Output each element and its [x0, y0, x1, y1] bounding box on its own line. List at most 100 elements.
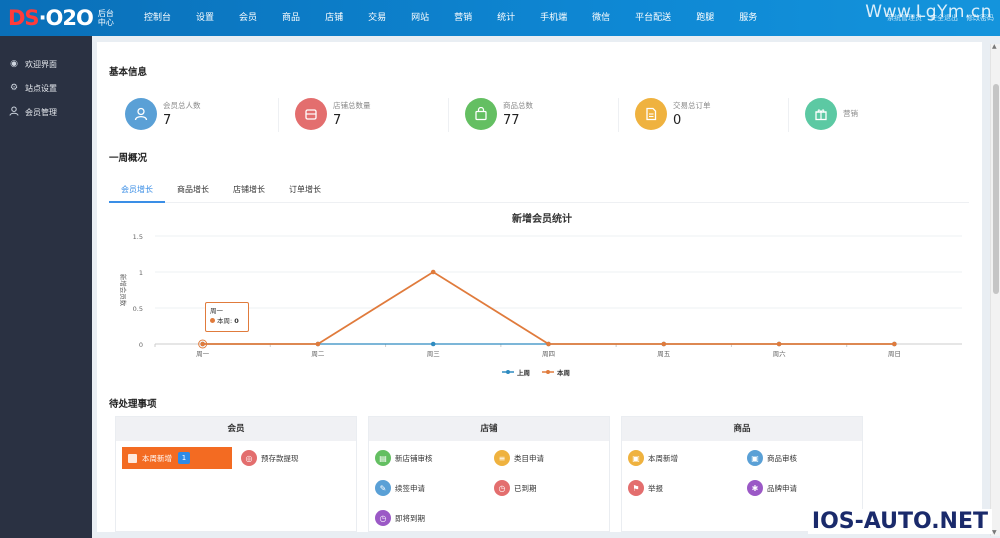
bag-icon: ▣ — [628, 450, 644, 466]
clock-icon: ◷ — [494, 480, 510, 496]
todo-expired[interactable]: ◷ 已到期 — [494, 480, 537, 496]
x-tick-label: 周二 — [311, 350, 325, 358]
card-title: 会员 — [116, 417, 356, 441]
clock-icon: ◷ — [375, 510, 391, 526]
nav-item-statistics[interactable]: 统计 — [485, 0, 528, 36]
stat-members[interactable]: 会员总人数 7 — [117, 92, 287, 136]
scrollbar[interactable]: ▲ ▼ — [990, 43, 1000, 536]
stat-goods[interactable]: 商品总数 77 — [457, 92, 627, 136]
growth-tabs: 会员增长 商品增长 店铺增长 订单增长 — [109, 183, 969, 203]
logo-subtitle: 后台中心 — [97, 9, 114, 27]
scroll-down-icon[interactable]: ▼ — [992, 529, 997, 536]
stat-marketing[interactable]: 营销 — [797, 92, 967, 136]
sidebar: ◉ 欢迎界面 ⚙ 站点设置 会员管理 — [0, 36, 92, 538]
todo-brand-apply[interactable]: ✱ 品牌申请 — [747, 480, 797, 496]
store-icon — [295, 98, 327, 130]
nav-item-marketing[interactable]: 营销 — [442, 0, 485, 36]
tab-member-growth[interactable]: 会员增长 — [109, 183, 165, 203]
todo-label: 本周新增 — [142, 453, 172, 463]
dashboard-panel: 基本信息 会员总人数 7 店铺总数量 7 商品总数 77 交易总订单 0 营销 … — [97, 42, 982, 532]
nav-item-goods[interactable]: 商品 — [270, 0, 313, 36]
week-overview-title: 一周概况 — [109, 153, 148, 164]
tooltip-value: 0 — [234, 317, 239, 325]
y-tick-label: 1 — [139, 269, 143, 277]
y-tick-label: 0 — [139, 341, 143, 349]
todo-withdraw[interactable]: ◎ 预存款提现 — [241, 450, 299, 466]
watermark-bottom: IOS-AUTO.NET — [807, 509, 992, 534]
todo-label: 品牌申请 — [767, 483, 797, 493]
todo-label: 即将到期 — [395, 513, 425, 523]
stat-value: 7 — [333, 113, 342, 128]
chart-tooltip: 周一 本周: 0 — [205, 302, 249, 332]
todo-new-store-review[interactable]: ▤ 新店铺审核 — [375, 450, 433, 466]
sidebar-item-site-settings[interactable]: ⚙ 站点设置 — [0, 76, 92, 100]
top-bar: DS·O2O 后台中心 控制台 设置 会员 商品 店铺 交易 网站 营销 统计 … — [0, 0, 1000, 36]
todo-label: 已到期 — [514, 483, 537, 493]
todo-label: 类目申请 — [514, 453, 544, 463]
nav-item-trade[interactable]: 交易 — [356, 0, 399, 36]
nav-item-wechat[interactable]: 微信 — [580, 0, 623, 36]
data-point — [430, 341, 436, 347]
scroll-thumb[interactable] — [993, 84, 999, 294]
sidebar-item-label: 站点设置 — [25, 83, 57, 93]
main-content: 基本信息 会员总人数 7 店铺总数量 7 商品总数 77 交易总订单 0 营销 … — [92, 36, 1000, 538]
nav-item-console[interactable]: 控制台 — [132, 0, 184, 36]
star-icon: ✱ — [747, 480, 763, 496]
pen-icon: ✎ — [375, 480, 391, 496]
tooltip-title: 周一 — [210, 307, 223, 315]
tab-order-growth[interactable]: 订单增长 — [277, 183, 333, 203]
nav-item-members[interactable]: 会员 — [227, 0, 270, 36]
sidebar-item-welcome[interactable]: ◉ 欢迎界面 — [0, 52, 92, 76]
scroll-up-icon[interactable]: ▲ — [992, 43, 997, 50]
nav-item-service[interactable]: 服务 — [727, 0, 770, 36]
todo-goods-review[interactable]: ▣ 商品审核 — [747, 450, 797, 466]
x-tick-label: 周六 — [773, 349, 787, 358]
data-point — [430, 269, 436, 275]
todo-category-apply[interactable]: ≡ 类目申请 — [494, 450, 544, 466]
stat-value: 7 — [163, 113, 172, 128]
tab-goods-growth[interactable]: 商品增长 — [165, 183, 221, 203]
list-icon: ≡ — [494, 450, 510, 466]
todo-expiring[interactable]: ◷ 即将到期 — [375, 510, 425, 526]
sidebar-item-member-management[interactable]: 会员管理 — [0, 100, 92, 124]
line-chart: 新增会员统计00.511.5新增会员数周一 周二 周三 周四 周五 周六 周日上周 本周 — [119, 212, 962, 377]
tab-store-growth[interactable]: 店铺增长 — [221, 183, 277, 203]
chart-title: 新增会员统计 — [512, 212, 572, 225]
nav-item-mobile[interactable]: 手机端 — [528, 0, 580, 36]
todo-label: 新店铺审核 — [395, 453, 433, 463]
todo-new-goods[interactable]: ▣ 本周新增 — [628, 450, 678, 466]
todo-label: 商品审核 — [767, 453, 797, 463]
card-title: 商品 — [622, 417, 862, 441]
stat-label: 会员总人数 — [163, 101, 201, 110]
user-icon — [125, 98, 157, 130]
data-point — [546, 341, 551, 347]
data-point — [892, 341, 897, 347]
todo-label: 举报 — [648, 483, 663, 493]
logo[interactable]: DS·O2O 后台中心 — [0, 6, 132, 30]
todo-report[interactable]: ⚑ 举报 — [628, 480, 663, 496]
todo-label: 本周新增 — [648, 453, 678, 463]
eye-icon: ◉ — [10, 59, 18, 69]
tooltip-row: 本周: 0 — [210, 316, 244, 326]
flag-icon: ⚑ — [628, 480, 644, 496]
sidebar-item-label: 会员管理 — [25, 107, 57, 117]
nav-item-settings[interactable]: 设置 — [184, 0, 227, 36]
stat-stores[interactable]: 店铺总数量 7 — [287, 92, 457, 136]
nav-item-delivery[interactable]: 平台配送 — [623, 0, 684, 36]
sidebar-item-label: 欢迎界面 — [25, 59, 57, 69]
todo-new-members[interactable]: 本周新增 1 — [122, 447, 232, 469]
watermark-top: Www.LgYm.cn — [865, 2, 992, 22]
x-tick-label: 周五 — [657, 350, 671, 358]
x-tick-label: 周四 — [542, 350, 555, 358]
stat-orders[interactable]: 交易总订单 0 — [627, 92, 797, 136]
main-nav: 控制台 设置 会员 商品 店铺 交易 网站 营销 统计 手机端 微信 平台配送 … — [132, 0, 770, 36]
todo-renew-apply[interactable]: ✎ 续签申请 — [375, 480, 425, 496]
pending-title: 待处理事项 — [109, 399, 157, 410]
nav-item-stores[interactable]: 店铺 — [313, 0, 356, 36]
nav-item-website[interactable]: 网站 — [399, 0, 442, 36]
stat-value: 0 — [673, 113, 682, 128]
nav-item-errand[interactable]: 跑腿 — [684, 0, 727, 36]
y-axis-label: 新增会员数 — [119, 274, 128, 307]
order-icon — [635, 98, 667, 130]
user-icon — [128, 453, 137, 463]
